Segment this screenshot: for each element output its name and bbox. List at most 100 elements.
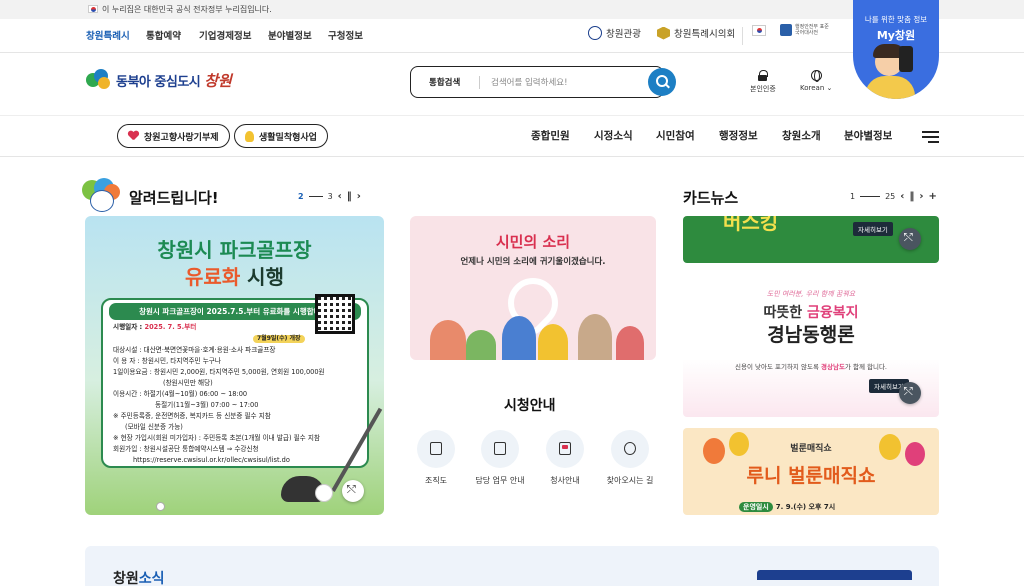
- top-nav-item-field-info[interactable]: 분야별정보: [268, 28, 312, 42]
- menu-about[interactable]: 창원소개: [782, 128, 821, 143]
- banner-line: 동절기(11월~3월) 07:00 ~ 17:00: [155, 401, 259, 409]
- search-box[interactable]: 통합검색 검색어를 입력하세요!: [410, 66, 664, 98]
- language-selector[interactable]: Korean ⌄: [800, 70, 832, 92]
- banner-line: 회원가입 : 창원시설공단 통합예약시스템 ⇒ 수강신청: [113, 445, 259, 453]
- site-logo[interactable]: 동북아 중심도시 창원: [86, 69, 232, 91]
- hamburger-menu-icon[interactable]: [922, 131, 939, 143]
- card-news-item[interactable]: 도민 여러분, 우리 함께 꿈꿔요 따뜻한 금융복지 경남동행론 신용이 낮아도…: [683, 272, 939, 417]
- card-subtitle: 따뜻한 금융복지: [763, 305, 859, 321]
- search-input[interactable]: 검색어를 입력하세요!: [491, 76, 568, 88]
- pill-label: 생활밀착형사업: [259, 132, 317, 143]
- chevron-down-icon: ⌄: [826, 84, 833, 92]
- guide-directions[interactable]: 찾아오시는 길: [600, 430, 660, 486]
- citizen-illustration: [616, 326, 644, 360]
- header: 동북아 중심도시 창원 통합검색 검색어를 입력하세요! 본인인증 Korean…: [0, 53, 1024, 115]
- gov-notice-text: 이 누리집은 대한민국 공식 전자정부 누리집입니다.: [102, 5, 272, 14]
- globe-icon: [810, 70, 822, 82]
- gov-logo-text: 행정안전부 표준국어대사전: [795, 24, 829, 36]
- citizen-illustration: [466, 330, 496, 360]
- next-arrow-icon[interactable]: ›: [357, 191, 361, 202]
- language-label: Korean: [800, 84, 825, 92]
- card-tagline: 벌룬매직쇼: [790, 444, 832, 454]
- prev-arrow-icon[interactable]: ‹: [900, 191, 904, 202]
- card-news-item[interactable]: 벌룬매직쇼 루니 벌룬매직쇼 운영일시 7. 9.(수) 오후 7시: [683, 428, 939, 515]
- logo-mark-icon: [86, 69, 112, 91]
- life-project-button[interactable]: 생활밀착형사업: [234, 124, 328, 148]
- banner-subtitle: 유료화 시행: [85, 261, 384, 290]
- top-nav-item-changwon[interactable]: 창원특례시: [86, 28, 130, 42]
- main-nav: 창원고향사랑기부제 생활밀착형사업 종합민원 시정소식 시민참여 행정정보 창원…: [0, 115, 1024, 157]
- guide-label: 조직도: [424, 476, 448, 485]
- voice-title: 시민의 소리: [495, 233, 571, 251]
- lightbulb-icon: [245, 130, 254, 142]
- gov-logo-icon: [780, 24, 792, 36]
- menu-field-info[interactable]: 분야별정보: [844, 128, 892, 143]
- menu-civil-service[interactable]: 종합민원: [531, 128, 570, 143]
- share-icon[interactable]: [342, 480, 364, 502]
- city-hall-guide-title: 시청안내: [504, 398, 556, 414]
- carousel-dot[interactable]: [156, 502, 165, 511]
- citizen-voice-banner[interactable]: 시민의 소리 언제나 시민의 소리에 귀기울이겠습니다.: [410, 216, 656, 360]
- pause-icon[interactable]: ‖: [347, 191, 352, 202]
- auth-label: 본인인증: [750, 85, 776, 93]
- top-nav-item-economy[interactable]: 기업경제정보: [199, 28, 251, 42]
- guide-org-chart[interactable]: 조직도: [406, 430, 466, 486]
- plus-icon[interactable]: +: [929, 191, 937, 202]
- council-link[interactable]: 창원특례시의회: [657, 26, 735, 40]
- menu-administration[interactable]: 행정정보: [719, 128, 758, 143]
- building-icon: [546, 430, 584, 468]
- card-headline: 경남동행론: [767, 324, 855, 346]
- notice-pager: 2 3 ‹ ‖ ›: [298, 191, 361, 202]
- gov-logo[interactable]: 행정안전부 표준국어대사전: [780, 24, 829, 36]
- top-nav-item-reservation[interactable]: 통합예약: [146, 28, 181, 42]
- top-nav-item-district[interactable]: 구청정보: [328, 28, 363, 42]
- qr-code-icon: [315, 294, 355, 334]
- card-headline: 루니 벌룬매직쇼: [746, 465, 876, 487]
- pill-label: 창원고향사랑기부제: [144, 132, 219, 143]
- banner-line: (모바일 신분증 가능): [125, 423, 183, 431]
- search-button[interactable]: [648, 68, 676, 96]
- news-section-title: 창원소식: [113, 571, 165, 587]
- changwon-news-section: 창원소식: [85, 546, 939, 587]
- divider: [742, 27, 743, 45]
- banner-badge-row: 7월9일(수) 개장: [113, 334, 367, 343]
- banner-line: ※ 주민등록증, 운전면허증, 복지카드 등 신분증 필수 지참: [113, 412, 271, 420]
- notice-banner[interactable]: 창원시 파크골프장 유료화 시행 창원시 파크골프장이 2025.7.5.부터 …: [85, 216, 384, 515]
- heart-icon: [128, 131, 139, 141]
- korea-flag-icon: [752, 25, 766, 36]
- guide-label: 청사안내: [550, 476, 580, 485]
- citizen-illustration: [538, 324, 568, 360]
- share-icon[interactable]: [899, 228, 921, 250]
- prev-arrow-icon[interactable]: ‹: [338, 191, 342, 202]
- banner-line: 대상시설 : 대산면·북면연꽃마을·호계·용원·소사 파크골프장: [113, 346, 276, 354]
- card-news-title: 카드뉴스: [683, 189, 739, 207]
- banner-highlight: 유료화: [185, 265, 241, 289]
- guide-building[interactable]: 청사안내: [535, 430, 595, 486]
- menu-city-news[interactable]: 시정소식: [594, 128, 633, 143]
- next-arrow-icon[interactable]: ›: [919, 191, 923, 202]
- opening-badge: 7월9일(수) 개장: [253, 335, 305, 343]
- promo-subtitle: 나를 위한 맞춤 정보: [864, 15, 928, 24]
- org-chart-icon: [417, 430, 455, 468]
- search-divider: [479, 76, 480, 89]
- pager-progress: [308, 196, 323, 197]
- search-label: 통합검색: [429, 78, 461, 88]
- pager-total: 25: [885, 192, 896, 201]
- banner-line: 1일이용요금 : 창원시민 2,000원, 타지역주민 5,000원, 연회원 …: [113, 368, 325, 376]
- notice-section-title: 알려드립니다!: [129, 189, 219, 207]
- tourism-link[interactable]: 창원관광: [588, 26, 641, 40]
- menu-participation[interactable]: 시민참여: [656, 128, 695, 143]
- voice-subtitle: 언제나 시민의 소리에 귀기울이겠습니다.: [460, 257, 606, 267]
- guide-duties[interactable]: 담당 업무 안내: [470, 430, 530, 486]
- hometown-donation-button[interactable]: 창원고향사랑기부제: [117, 124, 230, 148]
- card-news-pager: 1 25 ‹ ‖ › +: [850, 191, 937, 202]
- pause-icon[interactable]: ‖: [909, 191, 914, 202]
- citizen-illustration: [502, 316, 536, 360]
- news-tab-bar[interactable]: [757, 570, 912, 580]
- card-news-item[interactable]: 버스킹 자세히보기: [683, 216, 939, 263]
- auth-button[interactable]: 본인인증: [750, 70, 776, 94]
- share-icon[interactable]: [899, 382, 921, 404]
- guide-label: 찾아오시는 길: [606, 476, 654, 485]
- detail-button[interactable]: 자세히보기: [853, 222, 893, 236]
- map-pin-icon: [611, 430, 649, 468]
